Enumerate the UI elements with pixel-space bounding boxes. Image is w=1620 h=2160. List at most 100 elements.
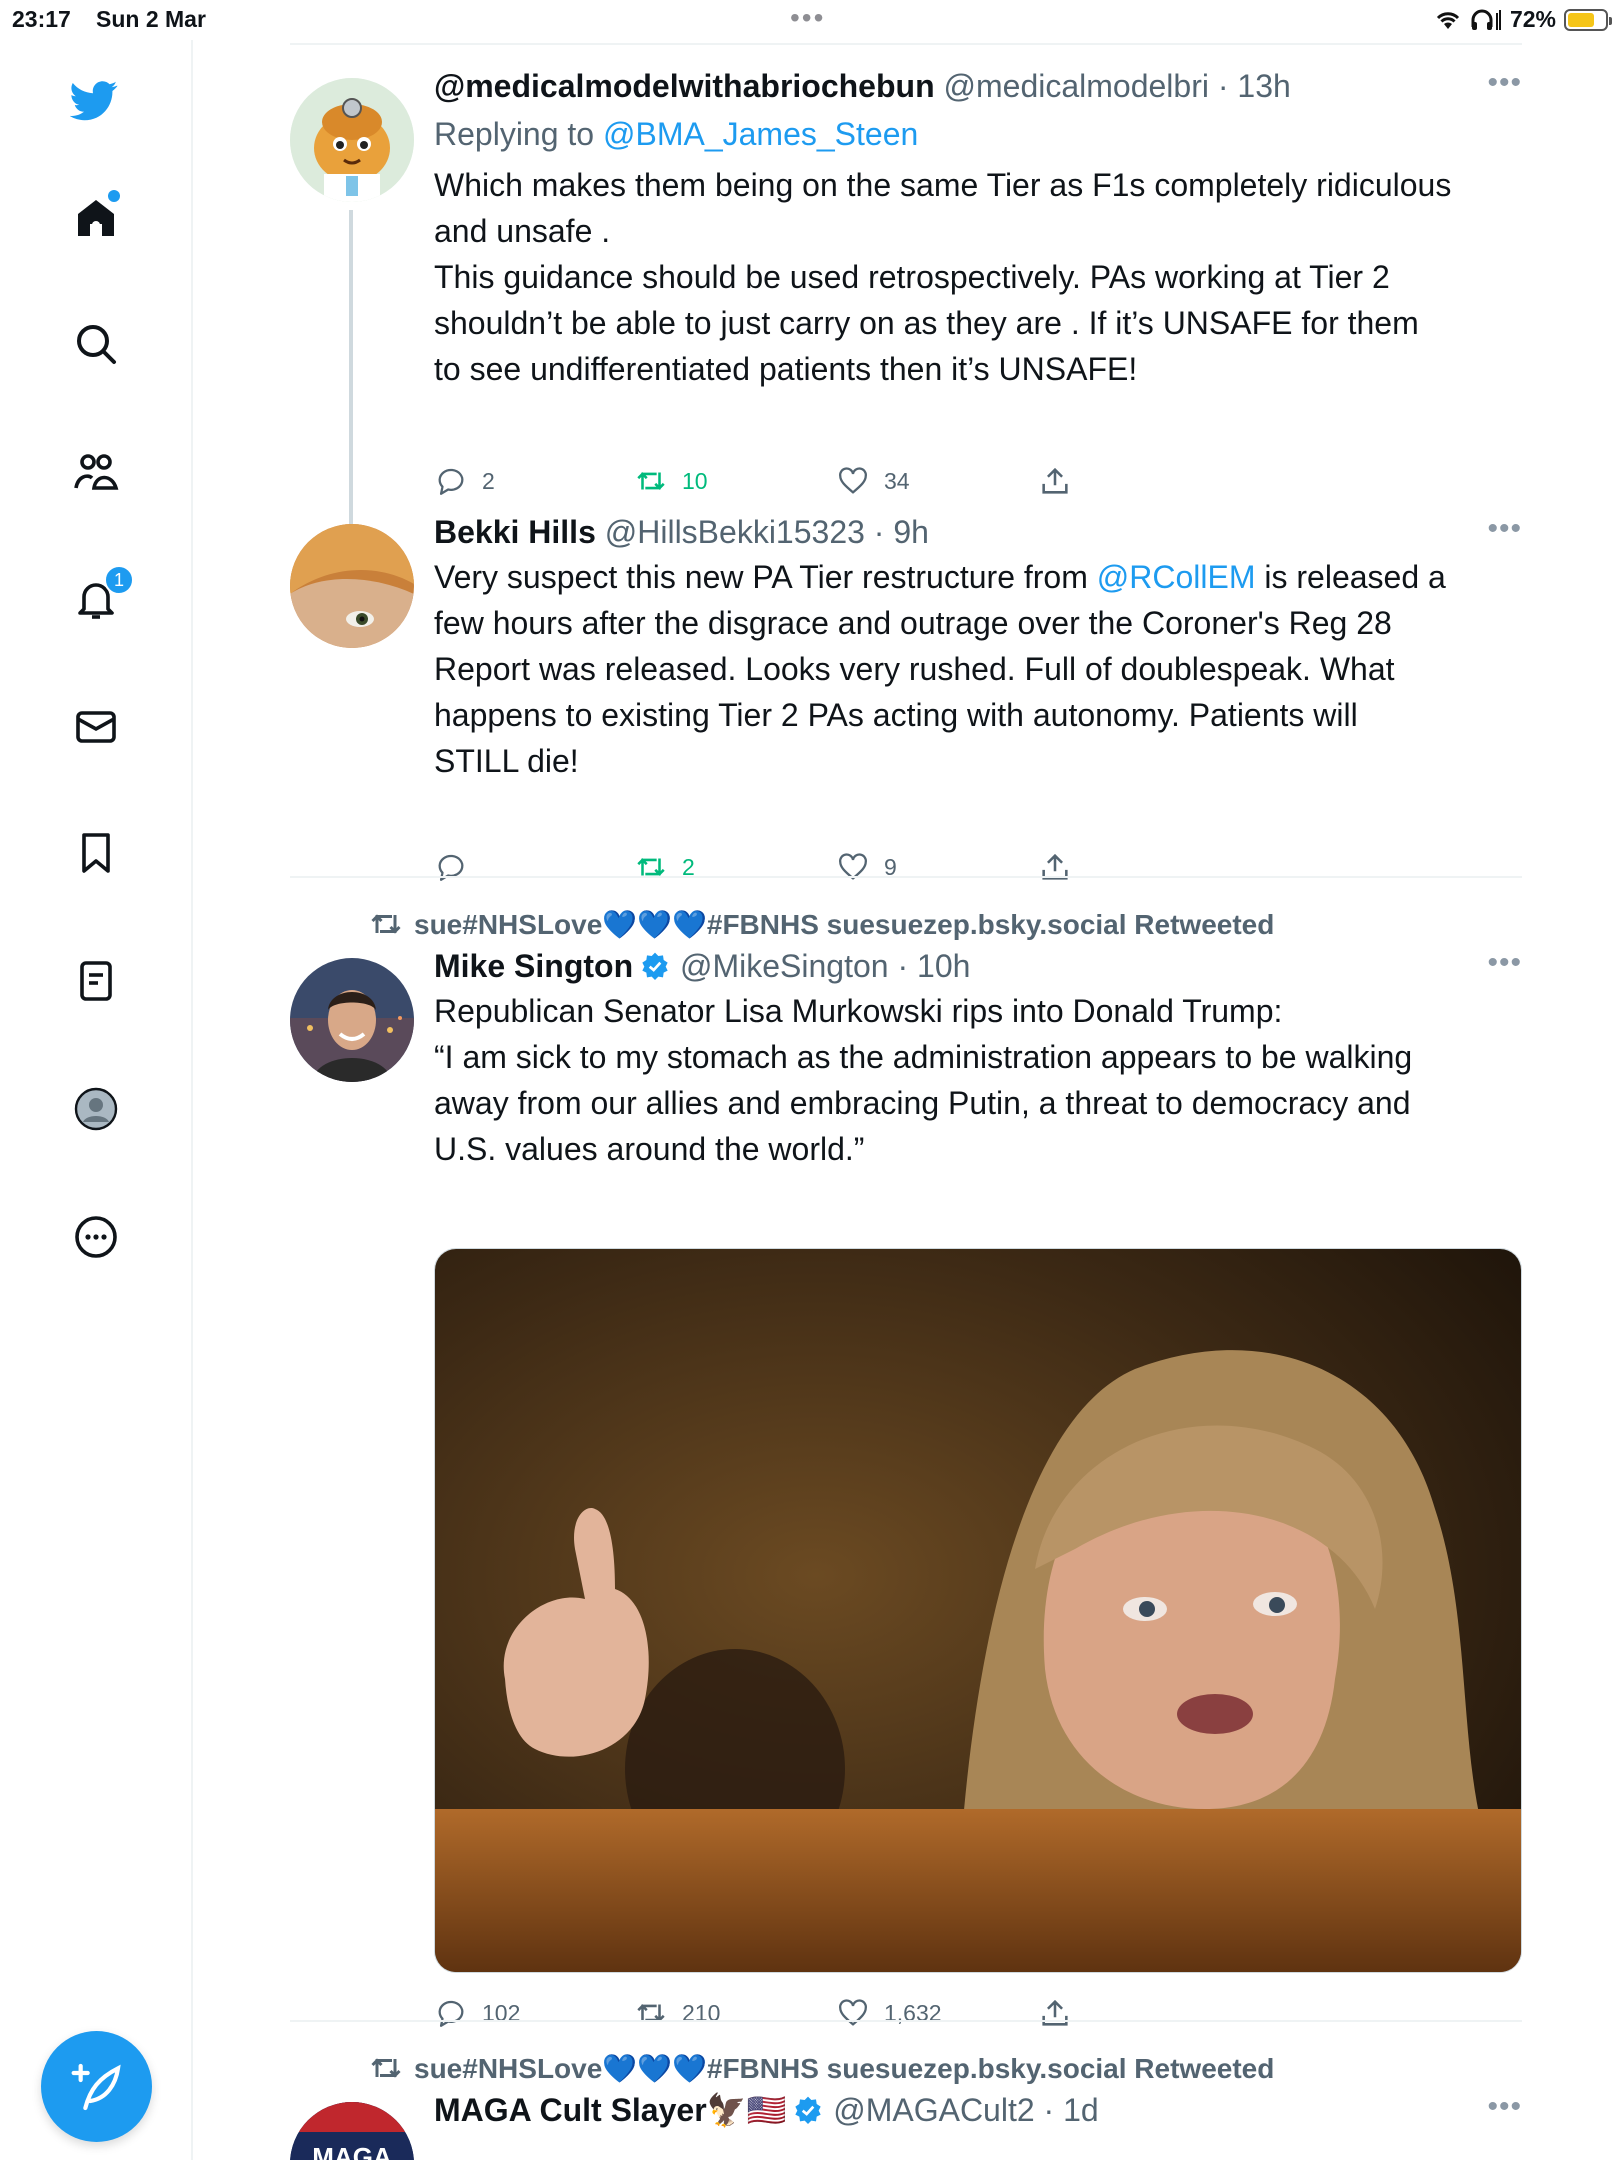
like-button[interactable]: 9 xyxy=(836,850,897,884)
senator-photo-image xyxy=(435,1249,1521,1972)
tweet-bekki-hills[interactable]: Bekki Hills @HillsBekki15323 · 9h ••• Ve… xyxy=(290,512,1522,912)
twitter-logo-icon[interactable] xyxy=(62,68,126,132)
retweet-icon xyxy=(637,858,665,876)
display-name[interactable]: MAGA Cult Slayer🦅🇺🇸 xyxy=(434,2092,786,2128)
tweet-body: Mike Sington @MikeSington · 10h ••• Repu… xyxy=(434,946,1522,1172)
tweet-text-line: away from our allies and embracing Putin… xyxy=(434,1085,1411,1121)
reply-count: 2 xyxy=(482,467,495,494)
tweet-actions: 102 210 1,632 xyxy=(434,1996,1134,2040)
status-date: Sun 2 Mar xyxy=(96,6,206,32)
more-options-icon[interactable]: ••• xyxy=(1487,512,1522,546)
cartoon-doctor-avatar-image xyxy=(290,78,414,202)
retweeted-by-label: sue#NHSLove💙💙💙#FBNHS suesuezep.bsky.soci… xyxy=(414,2052,1275,2084)
share-icon xyxy=(1042,853,1068,880)
more-options-icon[interactable]: ••• xyxy=(1487,946,1522,980)
replying-to-mention[interactable]: @BMA_James_Steen xyxy=(603,116,918,152)
tweet-maga-cult-slayer[interactable]: sue#NHSLove💙💙💙#FBNHS suesuezep.bsky.soci… xyxy=(290,2050,1522,2160)
share-button[interactable] xyxy=(1038,464,1072,498)
like-button[interactable]: 34 xyxy=(836,464,910,498)
tweet-body: MAGA Cult Slayer🦅🇺🇸 @MAGACult2 · 1d ••• xyxy=(434,2090,1522,2130)
like-count: 1,632 xyxy=(884,1999,942,2026)
headphones-icon xyxy=(1471,9,1501,30)
tweet-text-line: U.S. values around the world.” xyxy=(434,1131,865,1167)
reply-button[interactable]: 102 xyxy=(434,1996,520,2030)
battery-icon xyxy=(1564,8,1612,31)
profile-photo-image xyxy=(290,958,414,1082)
tweet-time[interactable]: · 1d xyxy=(1044,2092,1099,2128)
heart-icon xyxy=(839,853,867,880)
nav-more[interactable] xyxy=(64,1205,128,1269)
retweet-button[interactable]: 10 xyxy=(634,464,708,498)
tweet-text-line: and unsafe . xyxy=(434,213,611,249)
tweet-time[interactable]: · 9h xyxy=(874,514,929,550)
heart-icon xyxy=(839,1999,867,2026)
more-options-icon[interactable]: ••• xyxy=(1487,66,1522,100)
tweet-time[interactable]: · 10h xyxy=(897,948,970,984)
nav-profile[interactable] xyxy=(64,1077,128,1141)
reply-button[interactable] xyxy=(434,850,482,884)
retweet-button[interactable]: 210 xyxy=(634,1996,720,2030)
nav-notifications[interactable]: 1 xyxy=(64,565,134,631)
nav-explore[interactable] xyxy=(64,312,128,376)
status-time: 23:17 xyxy=(12,6,71,32)
avatar[interactable]: MAGA xyxy=(290,2102,414,2160)
timeline-top-divider xyxy=(290,43,1522,45)
share-button[interactable] xyxy=(1038,850,1072,884)
display-name[interactable]: Bekki Hills xyxy=(434,514,596,550)
tweet-divider xyxy=(290,876,1522,878)
reply-count: 102 xyxy=(482,1999,521,2026)
tweet-actions: 2 10 34 xyxy=(434,464,1134,508)
retweet-icon xyxy=(371,914,401,934)
display-name[interactable]: Mike Sington xyxy=(434,948,633,984)
tweet-text-line: few hours after the disgrace and outrage… xyxy=(434,605,1392,641)
tweet-medicalmodel[interactable]: @medicalmodelwithabriochebun @medicalmod… xyxy=(290,66,1522,540)
retweeted-by[interactable]: sue#NHSLove💙💙💙#FBNHS suesuezep.bsky.soci… xyxy=(368,906,1274,942)
reply-icon xyxy=(438,2000,464,2027)
mention-link[interactable]: @RCollEM xyxy=(1097,559,1256,595)
tweet-actions: 2 9 xyxy=(434,850,1134,894)
tweet-text: Republican Senator Lisa Murkowski rips i… xyxy=(434,988,1522,1172)
like-button[interactable]: 1,632 xyxy=(836,1996,942,2030)
retweeted-by[interactable]: sue#NHSLove💙💙💙#FBNHS suesuezep.bsky.soci… xyxy=(368,2050,1274,2086)
tweet-mike-sington[interactable]: sue#NHSLove💙💙💙#FBNHS suesuezep.bsky.soci… xyxy=(290,906,1522,2036)
compose-tweet-button[interactable] xyxy=(41,2031,152,2142)
retweet-count: 210 xyxy=(682,1999,721,2026)
verified-badge-icon xyxy=(795,2096,821,2124)
avatar[interactable] xyxy=(290,958,414,1082)
retweet-count: 10 xyxy=(682,467,708,494)
tweet-text-line: shouldn’t be able to just carry on as th… xyxy=(434,305,1419,341)
like-count: 34 xyxy=(884,467,910,494)
retweet-icon xyxy=(371,2058,401,2078)
bookmark-icon xyxy=(82,833,110,873)
multitasking-dots-icon[interactable]: ••• xyxy=(790,2,825,34)
battery-level xyxy=(1568,12,1594,27)
share-button[interactable] xyxy=(1038,1996,1072,2030)
nav-communities[interactable] xyxy=(64,440,128,504)
user-handle[interactable]: @medicalmodelbri xyxy=(944,68,1209,104)
more-circle-icon xyxy=(75,1216,117,1258)
communities-icon xyxy=(74,454,119,490)
avatar[interactable] xyxy=(290,524,414,648)
user-handle[interactable]: @MAGACult2 xyxy=(833,2092,1034,2128)
more-options-icon[interactable]: ••• xyxy=(1487,2090,1522,2124)
retweet-button[interactable]: 2 xyxy=(634,850,695,884)
user-handle[interactable]: @MikeSington xyxy=(680,948,889,984)
nav-home[interactable] xyxy=(64,186,128,250)
tweet-text-line: This guidance should be used retrospecti… xyxy=(434,259,1390,295)
tweet-header: @medicalmodelwithabriochebun @medicalmod… xyxy=(434,66,1522,106)
retweeted-by-label: sue#NHSLove💙💙💙#FBNHS suesuezep.bsky.soci… xyxy=(414,908,1275,940)
user-handle[interactable]: @HillsBekki15323 xyxy=(605,514,865,550)
nav-messages[interactable] xyxy=(64,695,128,759)
wifi-icon xyxy=(1436,11,1460,29)
tweet-time[interactable]: · 13h xyxy=(1218,68,1291,104)
tweet-text-segment: is released a xyxy=(1255,559,1446,595)
lists-icon xyxy=(80,961,112,1001)
status-bar: 23:17 Sun 2 Mar ••• 72% xyxy=(0,0,1620,40)
tweet-text-line: to see undifferentiated patients then it… xyxy=(434,351,1138,387)
reply-button[interactable]: 2 xyxy=(434,464,495,498)
tweet-media-image[interactable] xyxy=(434,1248,1522,1973)
nav-lists[interactable] xyxy=(64,949,128,1013)
avatar[interactable] xyxy=(290,78,414,202)
nav-bookmarks[interactable] xyxy=(64,821,128,885)
display-name[interactable]: @medicalmodelwithabriochebun xyxy=(434,68,935,104)
